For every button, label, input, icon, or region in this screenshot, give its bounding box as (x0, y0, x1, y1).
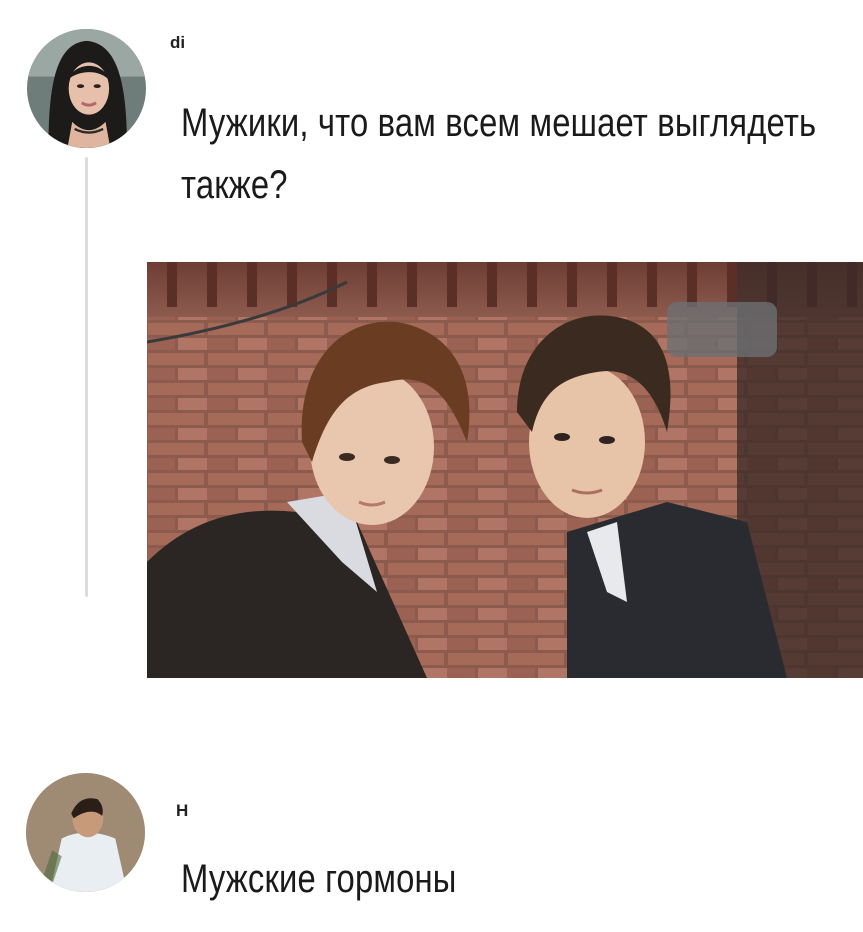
user-avatar-woman-icon (27, 29, 146, 148)
username[interactable]: dі (170, 33, 185, 53)
post-text: Мужики, что вам всем мешает выглядеть та… (181, 101, 817, 207)
photo-two-men-icon (147, 262, 863, 678)
avatar[interactable] (27, 29, 146, 148)
avatar[interactable] (26, 773, 145, 892)
thread-line (85, 157, 88, 597)
user-avatar-man-icon (26, 773, 145, 892)
post-text: Мужские гормоны (181, 857, 457, 901)
post-image[interactable] (147, 262, 863, 678)
username[interactable]: Н (176, 801, 188, 821)
